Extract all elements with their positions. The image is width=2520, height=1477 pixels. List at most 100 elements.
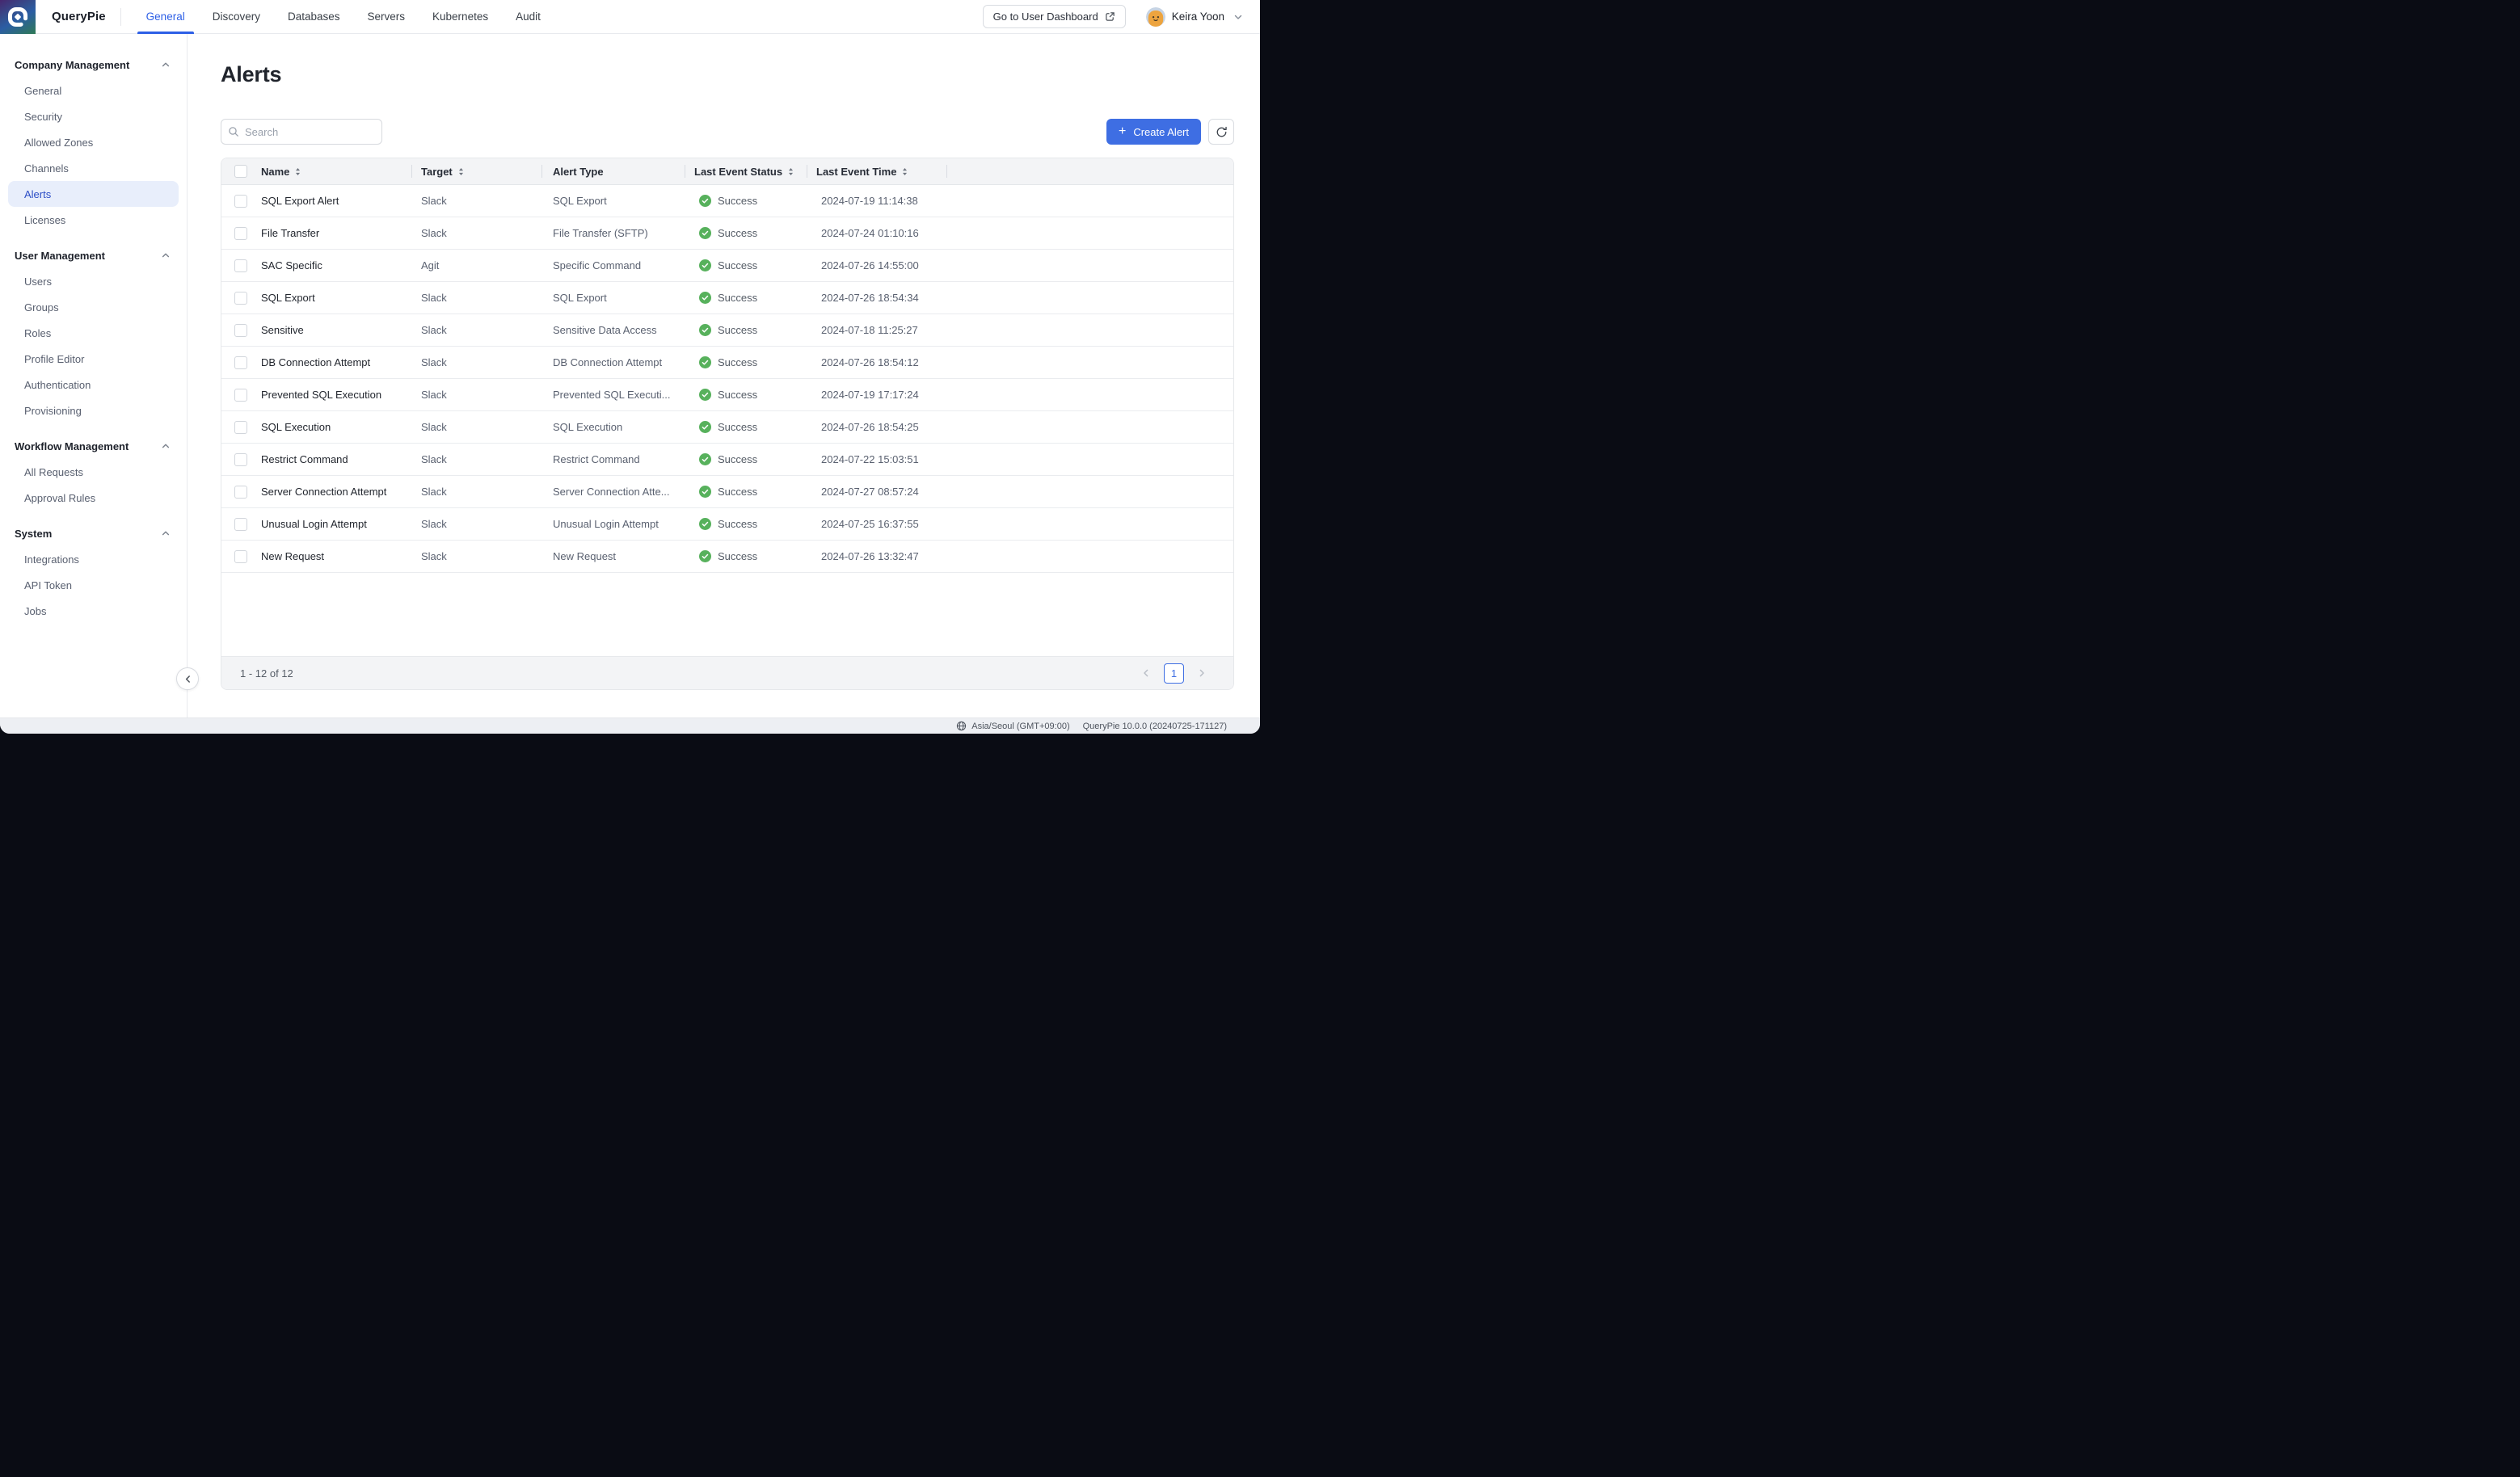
sidebar-item-allowed-zones[interactable]: Allowed Zones bbox=[8, 129, 179, 155]
tab-discovery[interactable]: Discovery bbox=[204, 0, 269, 34]
sidebar-section-header-user-management[interactable]: User Management bbox=[8, 242, 179, 268]
table-row[interactable]: Sensitive Slack Sensitive Data Access Su… bbox=[221, 314, 1233, 347]
alerts-table: Name Target Alert Type Last Event Status… bbox=[221, 158, 1234, 690]
next-page-button[interactable] bbox=[1195, 666, 1209, 680]
user-menu-button[interactable] bbox=[1231, 10, 1245, 24]
sidebar-section-header-workflow-management[interactable]: Workflow Management bbox=[8, 433, 179, 459]
status-badge: Success bbox=[718, 486, 758, 498]
status-badge: Success bbox=[718, 550, 758, 562]
row-checkbox[interactable] bbox=[234, 194, 247, 208]
sidebar-item-channels[interactable]: Channels bbox=[8, 155, 179, 181]
table-row[interactable]: Server Connection Attempt Slack Server C… bbox=[221, 476, 1233, 508]
sidebar-collapse-button[interactable] bbox=[176, 667, 199, 690]
sort-last-event-time[interactable]: Last Event Time bbox=[816, 166, 908, 178]
row-checkbox[interactable] bbox=[234, 549, 247, 563]
table-row[interactable]: DB Connection Attempt Slack DB Connectio… bbox=[221, 347, 1233, 379]
table-row[interactable]: New Request Slack New Request Success 20… bbox=[221, 541, 1233, 573]
row-checkbox[interactable] bbox=[234, 291, 247, 305]
status-success-icon bbox=[699, 195, 711, 207]
sort-name[interactable]: Name bbox=[261, 166, 301, 178]
row-checkbox[interactable] bbox=[234, 226, 247, 240]
row-checkbox[interactable] bbox=[234, 356, 247, 369]
row-checkbox[interactable] bbox=[234, 517, 247, 531]
create-alert-button[interactable]: + Create Alert bbox=[1106, 119, 1201, 145]
row-checkbox-cell bbox=[221, 517, 251, 531]
cell-alert-type: SQL Export bbox=[553, 195, 607, 207]
chevron-left-icon bbox=[1140, 667, 1152, 679]
column-header-actions bbox=[946, 158, 1233, 184]
querypie-logo-icon bbox=[7, 6, 28, 27]
user-avatar[interactable] bbox=[1145, 6, 1165, 27]
row-checkbox-cell bbox=[221, 388, 251, 402]
table-row[interactable]: SQL Export Alert Slack SQL Export Succes… bbox=[221, 185, 1233, 217]
page-number-button[interactable]: 1 bbox=[1164, 663, 1184, 684]
table-row[interactable]: Unusual Login Attempt Slack Unusual Logi… bbox=[221, 508, 1233, 541]
sidebar-item-security[interactable]: Security bbox=[8, 103, 179, 129]
status-success-icon bbox=[699, 421, 711, 433]
app-window: QueryPie General Discovery Databases Ser… bbox=[0, 0, 1260, 734]
select-all-checkbox[interactable] bbox=[234, 165, 247, 178]
section-title: User Management bbox=[15, 249, 105, 262]
row-checkbox[interactable] bbox=[234, 420, 247, 434]
sidebar-section-workflow-management: Workflow Management All Requests Approva… bbox=[8, 433, 179, 511]
sort-target[interactable]: Target bbox=[421, 166, 464, 178]
sidebar-item-licenses[interactable]: Licenses bbox=[8, 207, 179, 233]
sidebar-item-authentication[interactable]: Authentication bbox=[8, 372, 179, 398]
sidebar-item-profile-editor[interactable]: Profile Editor bbox=[8, 346, 179, 372]
row-checkbox[interactable] bbox=[234, 485, 247, 499]
row-checkbox[interactable] bbox=[234, 259, 247, 272]
table-body: SQL Export Alert Slack SQL Export Succes… bbox=[221, 185, 1233, 573]
table-row[interactable]: File Transfer Slack File Transfer (SFTP)… bbox=[221, 217, 1233, 250]
sidebar-item-jobs[interactable]: Jobs bbox=[8, 598, 179, 624]
tab-general[interactable]: General bbox=[137, 0, 194, 34]
sidebar-item-groups[interactable]: Groups bbox=[8, 294, 179, 320]
table-row[interactable]: SAC Specific Agit Specific Command Succe… bbox=[221, 250, 1233, 282]
table-row[interactable]: Restrict Command Slack Restrict Command … bbox=[221, 444, 1233, 476]
row-checkbox[interactable] bbox=[234, 323, 247, 337]
sidebar-item-all-requests[interactable]: All Requests bbox=[8, 459, 179, 485]
chevron-up-icon bbox=[161, 250, 171, 260]
querypie-logo[interactable] bbox=[0, 0, 36, 34]
search-input[interactable] bbox=[221, 119, 382, 145]
status-badge: Success bbox=[718, 195, 758, 207]
sidebar-item-users[interactable]: Users bbox=[8, 268, 179, 294]
refresh-button[interactable] bbox=[1208, 119, 1234, 145]
sidebar-item-api-token[interactable]: API Token bbox=[8, 572, 179, 598]
table-row[interactable]: Prevented SQL Execution Slack Prevented … bbox=[221, 379, 1233, 411]
sidebar-item-general[interactable]: General bbox=[8, 78, 179, 103]
sort-icon bbox=[295, 167, 301, 176]
cell-name: Restrict Command bbox=[261, 453, 348, 465]
primary-tabs: General Discovery Databases Servers Kube… bbox=[133, 0, 554, 34]
sidebar-section-header-system[interactable]: System bbox=[8, 520, 179, 546]
sidebar-item-roles[interactable]: Roles bbox=[8, 320, 179, 346]
status-badge: Success bbox=[718, 453, 758, 465]
tab-databases[interactable]: Databases bbox=[279, 0, 349, 34]
tab-audit[interactable]: Audit bbox=[507, 0, 550, 34]
row-checkbox[interactable] bbox=[234, 452, 247, 466]
toolbar-actions: + Create Alert bbox=[1106, 119, 1234, 145]
chevron-up-icon bbox=[161, 441, 171, 451]
cell-last-event-status: Success bbox=[685, 486, 807, 498]
go-to-user-dashboard-button[interactable]: Go to User Dashboard bbox=[982, 5, 1126, 28]
tab-servers[interactable]: Servers bbox=[359, 0, 415, 34]
sidebar-item-alerts[interactable]: Alerts bbox=[8, 181, 179, 207]
sort-last-event-status[interactable]: Last Event Status bbox=[694, 166, 794, 178]
sidebar-section-header-company-management[interactable]: Company Management bbox=[8, 52, 179, 78]
tab-kubernetes[interactable]: Kubernetes bbox=[424, 0, 497, 34]
chevron-left-icon bbox=[183, 674, 193, 684]
row-checkbox[interactable] bbox=[234, 388, 247, 402]
version-label: QueryPie 10.0.0 (20240725-171127) bbox=[1082, 721, 1227, 731]
status-badge: Success bbox=[718, 421, 758, 433]
sidebar-item-integrations[interactable]: Integrations bbox=[8, 546, 179, 572]
table-row[interactable]: SQL Execution Slack SQL Execution Succes… bbox=[221, 411, 1233, 444]
previous-page-button[interactable] bbox=[1139, 666, 1153, 680]
column-header-alert-type: Alert Type bbox=[542, 158, 685, 184]
cell-last-event-status: Success bbox=[685, 453, 807, 465]
table-row[interactable]: SQL Export Slack SQL Export Success 2024… bbox=[221, 282, 1233, 314]
sidebar-item-provisioning[interactable]: Provisioning bbox=[8, 398, 179, 423]
cell-target: Slack bbox=[421, 518, 447, 530]
row-checkbox-cell bbox=[221, 259, 251, 272]
pagination: 1 bbox=[1139, 663, 1209, 684]
sidebar-item-approval-rules[interactable]: Approval Rules bbox=[8, 485, 179, 511]
cell-target: Slack bbox=[421, 356, 447, 368]
